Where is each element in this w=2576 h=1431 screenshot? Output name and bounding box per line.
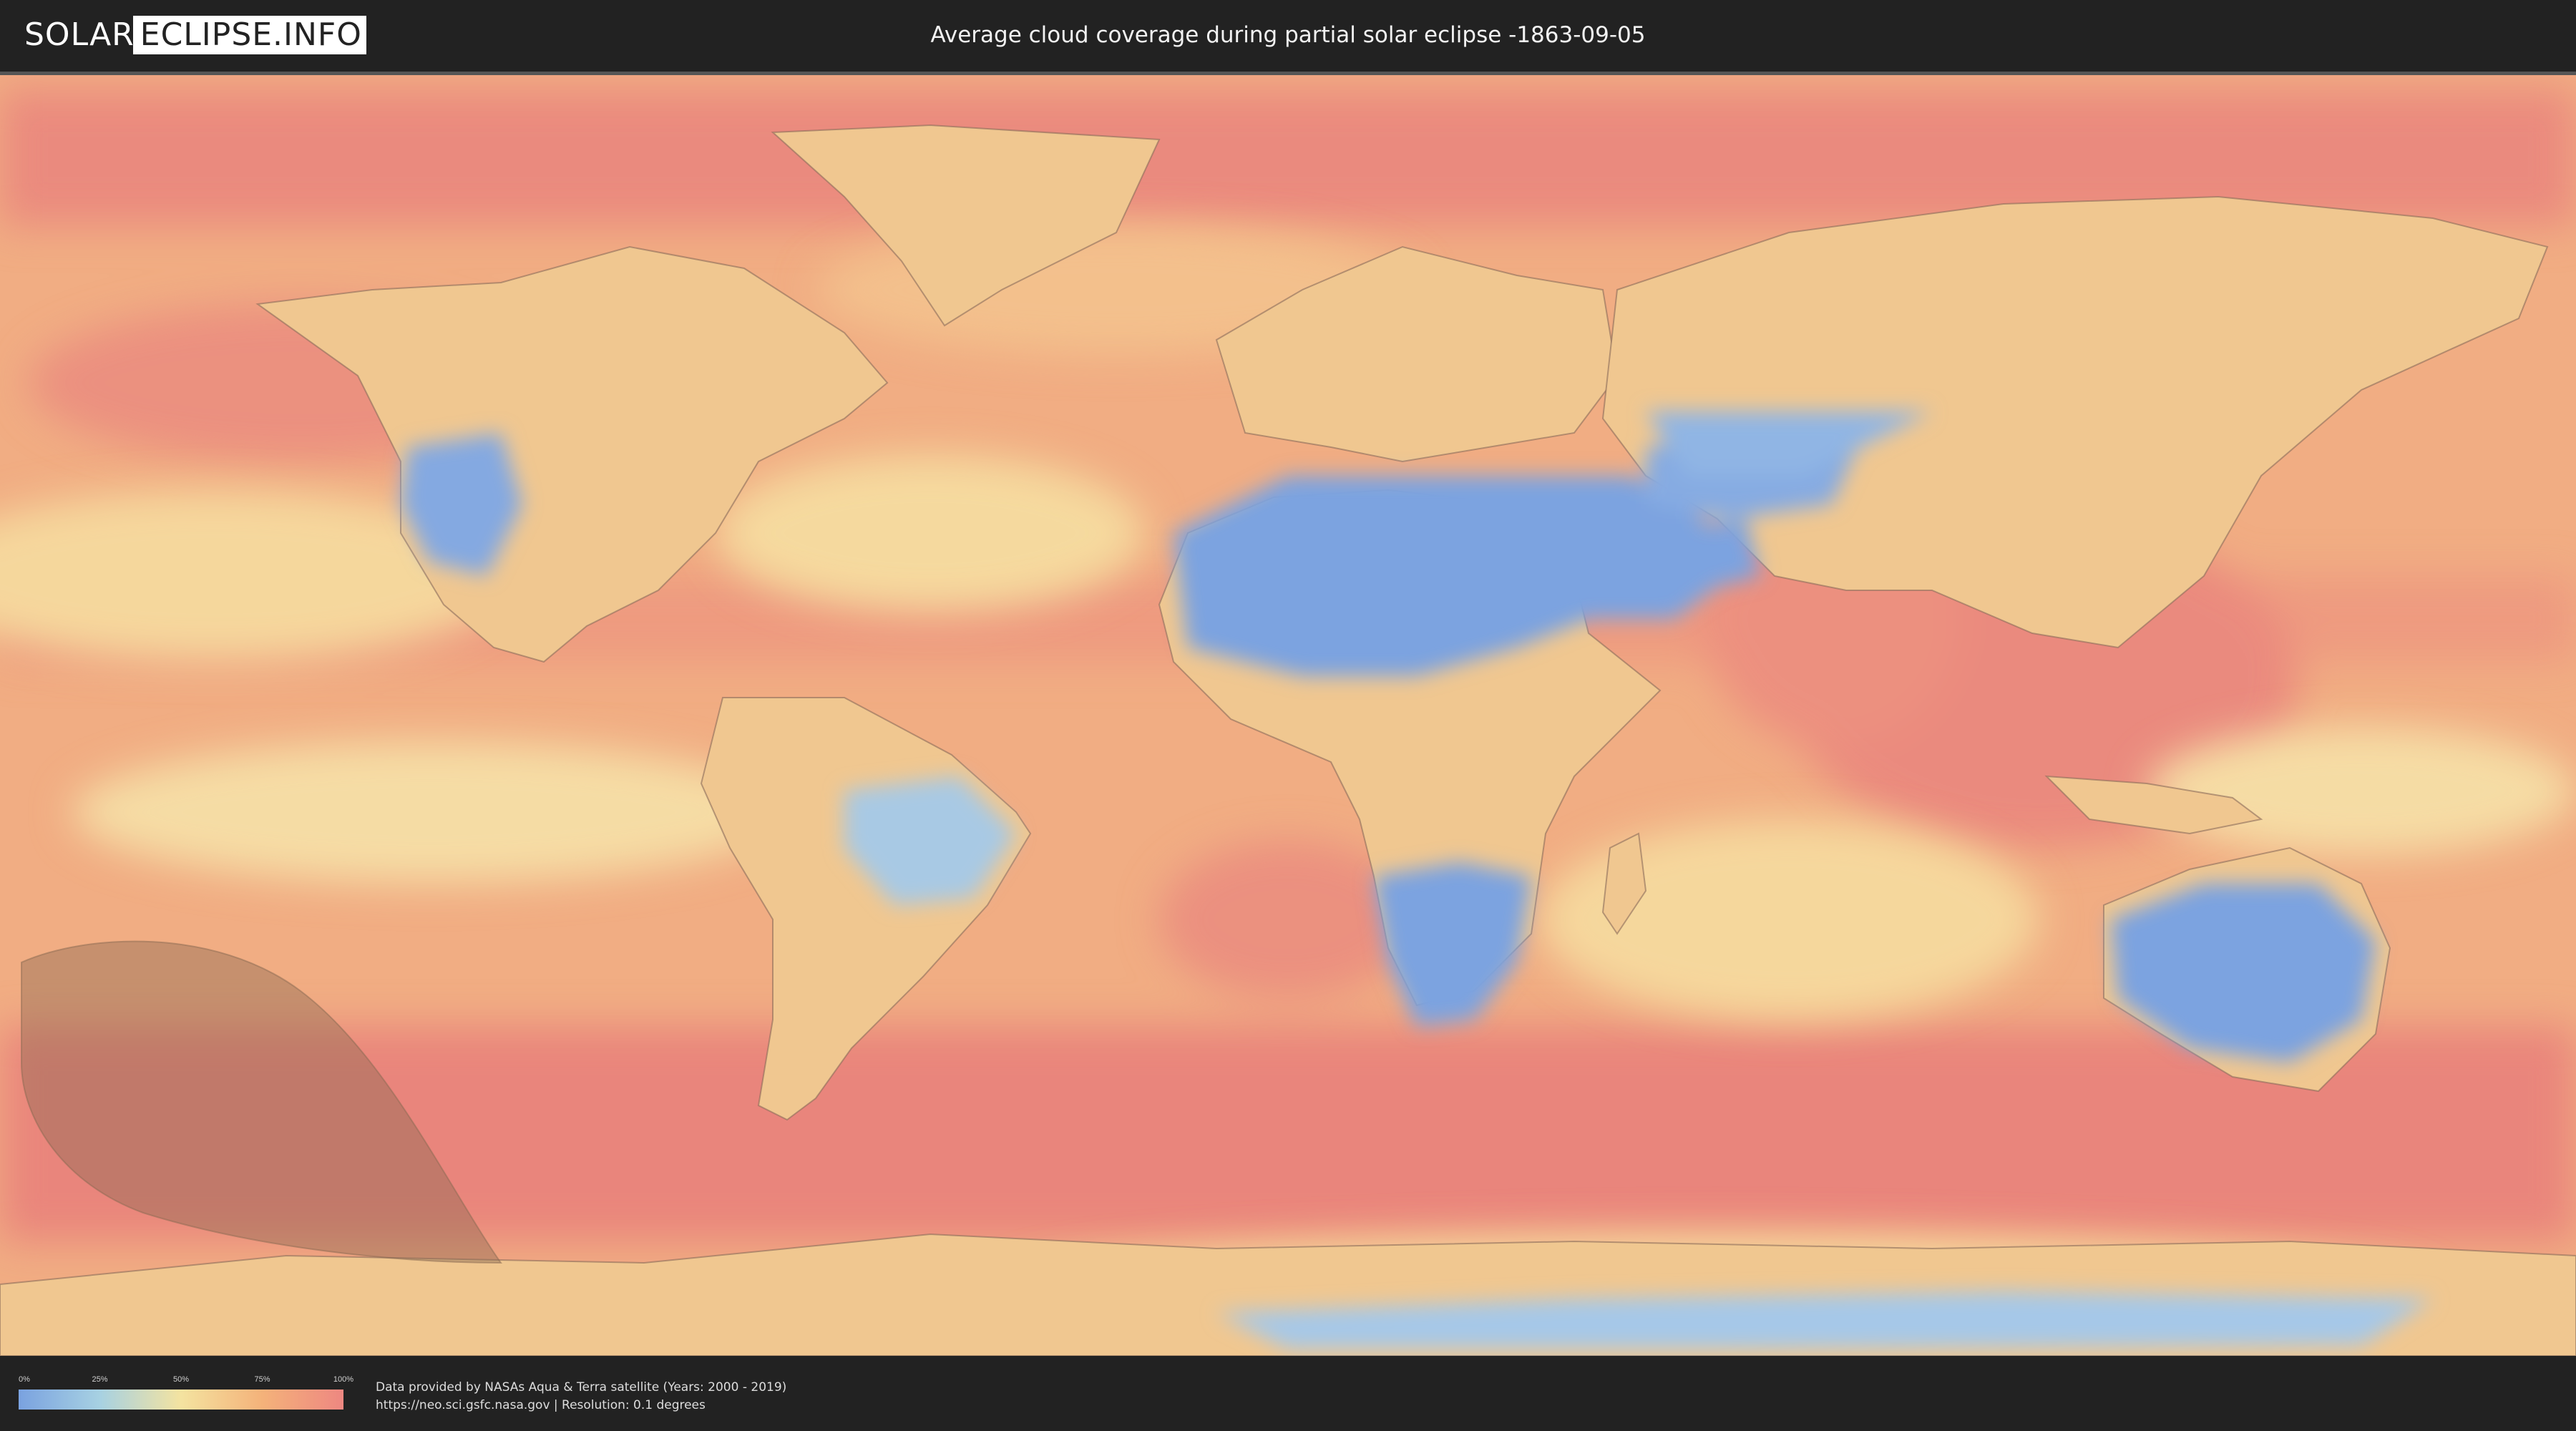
legend-tick-50: 50% [172, 1375, 190, 1384]
credit-url-resolution: https://neo.sci.gsfc.nasa.gov | Resoluti… [376, 1398, 706, 1412]
legend-color-bar [19, 1390, 343, 1410]
light-zone-pacific-2 [72, 741, 787, 884]
legend-tick-75: 75% [254, 1375, 270, 1384]
header-bar: SOLAR ECLIPSE.INFO Average cloud coverag… [0, 0, 2576, 72]
data-credits: Data provided by NASAs Aqua & Terra sate… [376, 1379, 786, 1415]
legend-tick-row: 0% 25% 50% 75% 100% [19, 1375, 353, 1387]
page-title: Average cloud coverage during partial so… [930, 22, 1646, 48]
legend-tick-0: 0% [19, 1375, 30, 1384]
footer-bar: 0% 25% 50% 75% 100% Data provided by NAS… [0, 1356, 2576, 1431]
cloud-coverage-legend: 0% 25% 50% 75% 100% [19, 1375, 353, 1410]
credit-source: Data provided by NASAs Aqua & Terra sate… [376, 1380, 787, 1395]
light-zone-atlantic [716, 454, 1145, 612]
light-zone-pacific-3 [2147, 726, 2576, 855]
legend-tick-100: 100% [333, 1375, 354, 1384]
cloud-coverage-map[interactable] [0, 72, 2576, 1356]
world-map-svg [0, 75, 2576, 1356]
legend-tick-25: 25% [92, 1375, 108, 1384]
